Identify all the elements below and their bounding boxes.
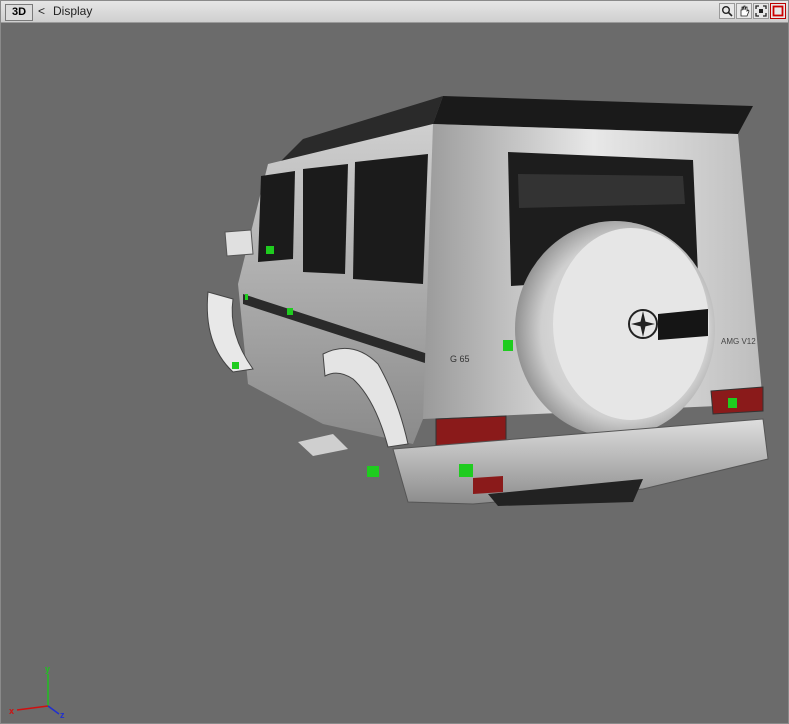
mode-badge[interactable]: 3D (5, 4, 33, 21)
viewport-toolbar (719, 3, 786, 20)
fit-view-icon (755, 5, 767, 17)
pan-button[interactable] (736, 3, 752, 19)
3d-viewport[interactable]: AMG V12 G 65 y x z (3, 24, 786, 721)
zoom-icon (722, 6, 733, 17)
zoom-button[interactable] (719, 3, 735, 19)
tailgate-badge: AMG V12 (721, 337, 756, 346)
axis-y-label: y (45, 664, 50, 674)
viewport-title-bar: 3D < Display (1, 1, 788, 23)
viewer-window: 3D < Display AMG V12 G 65 y x z (0, 0, 789, 724)
fit-view-button[interactable] (753, 3, 769, 19)
axis-x-label: x (9, 706, 14, 716)
maximize-icon (772, 5, 784, 17)
maximize-button[interactable] (770, 3, 786, 19)
rear-badge: G 65 (450, 354, 470, 364)
view-title[interactable]: Display (53, 4, 92, 19)
pan-hand-icon (740, 5, 750, 17)
vehicle-side-panel (224, 124, 433, 444)
vehicle-model[interactable]: AMG V12 G 65 y x z (3, 24, 786, 721)
axis-gizmo: y x z (9, 664, 65, 720)
axis-z-label: z (60, 710, 65, 720)
back-chevron-icon[interactable]: < (38, 4, 45, 19)
